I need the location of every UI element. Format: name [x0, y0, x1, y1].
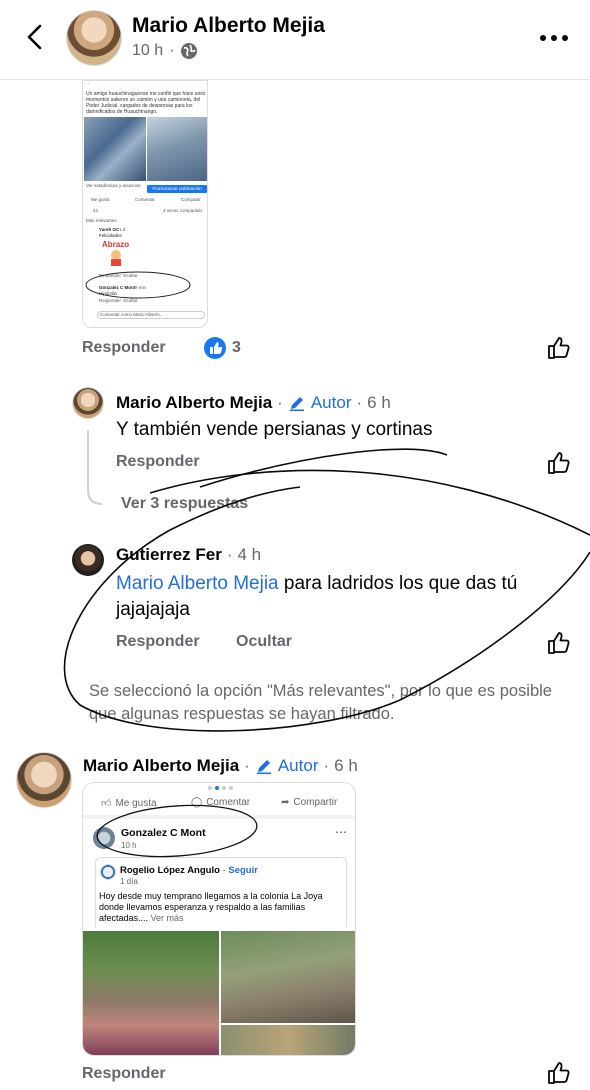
shared-post-body: Hoy desde muy temprano llegamos a la col… [99, 891, 323, 923]
like-thumb-icon[interactable] [546, 630, 572, 656]
separator-dot: · [244, 756, 250, 775]
screenshot-photo-right [147, 117, 207, 181]
screenshot-composer: Comentar como Mario Alberto... [97, 311, 205, 319]
screenshot-like: Me gusta [91, 197, 110, 202]
like-thumb-icon[interactable] [546, 1060, 572, 1086]
separator-dot: · [277, 393, 283, 412]
separator-dot: · [226, 545, 233, 564]
share-arrow-icon: ➦ [281, 797, 290, 808]
comment-1-header: Mario Alberto Mejia · Autor · 6 h [116, 393, 391, 413]
thread-line [87, 430, 103, 505]
shared-poster-name: Rogelio López Angulo [120, 865, 220, 876]
comment-time: 6 h [334, 756, 358, 775]
flood-photo-street [221, 931, 355, 1023]
shared-post-time: 1 día [120, 877, 138, 886]
view-replies-link[interactable]: Ver 3 respuestas [121, 495, 248, 513]
reply-button[interactable]: Responder [82, 1065, 166, 1083]
post-time: 10 h [132, 42, 164, 59]
flood-photo-crowd [83, 931, 219, 1055]
separator-dot: · [323, 756, 330, 775]
avatar[interactable] [72, 544, 104, 576]
commenter-name[interactable]: Gutierrez Fer [116, 545, 222, 565]
card-more-icon: ⋯ [335, 825, 347, 839]
comment-time: 6 h [367, 393, 391, 412]
page-dots-icon [208, 786, 233, 790]
avatar[interactable] [16, 752, 72, 808]
sticker-label: Abrazo [102, 240, 129, 249]
separator-dot: · [356, 393, 363, 412]
commenter-name[interactable]: Mario Alberto Mejia [116, 393, 272, 413]
avatar[interactable] [72, 387, 104, 419]
screenshot-share: Compartir [181, 197, 201, 202]
globe-icon [181, 43, 198, 59]
filter-notice: Se seleccionó la opción "Más relevantes"… [89, 682, 552, 723]
comment-text: Mario Alberto Mejia para ladridos los qu… [116, 571, 576, 623]
screenshot-top-fragment: ⋯ [86, 81, 91, 86]
hug-sticker: Abrazo [102, 240, 129, 266]
comment-text: Y también vende persianas y cortinas [116, 419, 433, 440]
screenshot-post-text: Un amigo huauchinaguense me confió que h… [86, 91, 206, 115]
reply-button[interactable]: Responder [116, 633, 200, 651]
comment-2-header: Gutierrez Fer · 4 h [116, 545, 261, 565]
reply-button[interactable]: Responder [82, 339, 166, 357]
avatar[interactable] [66, 10, 122, 66]
avatar [100, 864, 116, 880]
like-thumb-icon[interactable] [546, 450, 572, 476]
screenshot-stats-link: Ver estadísticas y anuncios [86, 183, 141, 188]
card-share: ➦ Compartir [281, 797, 337, 808]
author-badge: Autor [277, 756, 319, 775]
mention-link[interactable]: Mario Alberto Mejia [116, 573, 279, 594]
screenshot-filter: Más relevantes [86, 218, 117, 223]
post-meta: 10 h · [132, 42, 198, 60]
hide-button[interactable]: Ocultar [236, 633, 292, 651]
post-header: Mario Alberto Mejia 10 h · [0, 0, 590, 80]
screenshot-promote-button: Promocionar publicación [147, 185, 207, 193]
comment-screenshot-image[interactable]: 👍︎ Me gusta ◯ Comentar ➦ Compartir Gonzalez… [82, 782, 356, 1056]
screenshot-comment: Comentar [135, 197, 155, 202]
screenshot-reactions: 42 [93, 208, 99, 213]
pencil-icon [256, 760, 271, 775]
shared-poster-line: Rogelio López Angulo · Seguir [120, 865, 258, 876]
more-options-icon[interactable] [538, 24, 570, 52]
pencil-icon [289, 397, 304, 412]
follow-link: Seguir [228, 865, 258, 876]
like-thumb-icon[interactable] [546, 335, 572, 361]
screenshot-shared-count: 4 veces compartido [163, 208, 203, 213]
flood-photo-houses [221, 1025, 355, 1055]
comment-time: 4 h [237, 545, 262, 564]
card-ink-circle [96, 804, 258, 858]
back-arrow-icon[interactable] [20, 22, 50, 52]
author-badge: Autor [310, 393, 352, 412]
like-reaction-icon [204, 337, 226, 359]
commenter-name[interactable]: Mario Alberto Mejia [83, 756, 239, 776]
comment-screenshot-image[interactable]: ⋯ Un amigo huauchinaguense me confió que… [82, 80, 208, 328]
screenshot-photo-left [84, 117, 146, 181]
reply-button[interactable]: Responder [116, 453, 200, 471]
separator-dot: · [169, 42, 175, 59]
like-count: 3 [232, 339, 241, 356]
author-name[interactable]: Mario Alberto Mejia [132, 14, 325, 38]
screenshot-ink-circle [85, 271, 191, 299]
comment-3-header: Mario Alberto Mejia · Autor · 6 h [83, 756, 358, 776]
card-share-label: Compartir [293, 797, 338, 808]
shared-post-box: Rogelio López Angulo · Seguir 1 día Hoy … [95, 857, 347, 927]
shared-post-text: Hoy desde muy temprano llegamos a la col… [99, 891, 345, 924]
see-more-link: Ver más [150, 913, 184, 923]
